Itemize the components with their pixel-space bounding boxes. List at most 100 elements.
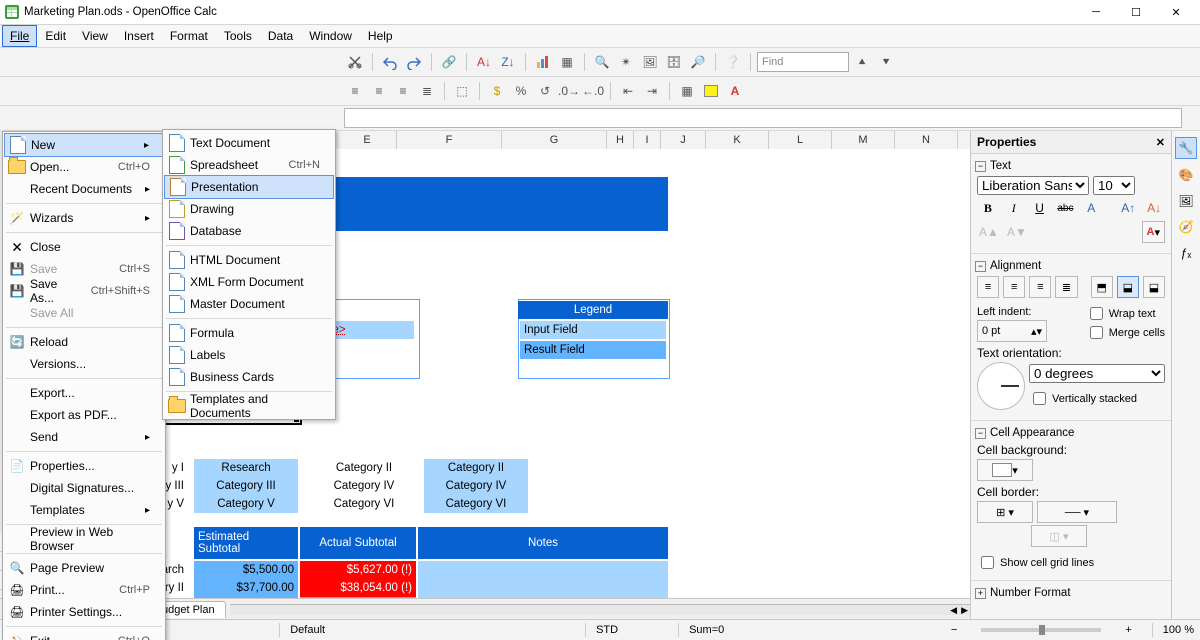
standard-format-icon[interactable]: ↺ — [534, 80, 556, 102]
file-versions[interactable]: Versions... — [4, 353, 164, 375]
file-wizards[interactable]: 🪄Wizards▸ — [4, 207, 164, 229]
deck-functions-icon[interactable]: ƒₓ — [1176, 243, 1196, 263]
act-cat2[interactable]: $38,054.00 (!) — [300, 579, 416, 597]
file-recent[interactable]: Recent Documents▸ — [4, 178, 164, 200]
border-style-button[interactable]: ── ▾ — [1037, 501, 1117, 523]
hyperlink-icon[interactable]: 🔗 — [438, 51, 460, 73]
file-save-as[interactable]: 💾Save As...Ctrl+Shift+S — [4, 280, 164, 302]
deck-styles-icon[interactable]: 🎨 — [1176, 165, 1196, 185]
cat-iii[interactable]: Category III — [194, 477, 298, 495]
file-print[interactable]: 🖨Print...Ctrl+P — [4, 579, 164, 601]
decrease-font-icon[interactable]: A▼ — [1005, 221, 1029, 243]
file-export-pdf[interactable]: Export as PDF... — [4, 404, 164, 426]
zoom-out-icon[interactable]: − — [951, 624, 957, 636]
new-presentation[interactable]: Presentation — [164, 175, 334, 199]
col-L[interactable]: L — [769, 131, 832, 149]
undo-icon[interactable] — [379, 51, 401, 73]
new-spreadsheet[interactable]: SpreadsheetCtrl+N — [164, 154, 334, 176]
new-text-doc[interactable]: Text Document — [164, 132, 334, 154]
file-new[interactable]: New▸ — [4, 133, 164, 157]
zoom-in-icon[interactable]: + — [1125, 624, 1131, 636]
fontcolor-icon[interactable]: A — [724, 80, 746, 102]
valign-top-button[interactable]: ⬒ — [1091, 276, 1113, 298]
align-center-button[interactable]: ≡ — [1003, 276, 1025, 298]
file-save[interactable]: 💾SaveCtrl+S — [4, 258, 164, 280]
zoom-icon[interactable]: 🔎 — [687, 51, 709, 73]
gridlines-check[interactable] — [981, 556, 994, 569]
new-master[interactable]: Master Document — [164, 293, 334, 315]
file-open[interactable]: Open...Ctrl+O — [4, 156, 164, 178]
justify-icon[interactable]: ≣ — [416, 80, 438, 102]
collapse-align[interactable]: − — [975, 261, 986, 272]
deck-navigator-icon[interactable]: 🧭 — [1176, 217, 1196, 237]
file-page-preview[interactable]: 🔍Page Preview — [4, 557, 164, 579]
act-research[interactable]: $5,627.00 (!) — [300, 561, 416, 579]
valign-middle-button[interactable]: ⬓ — [1117, 276, 1139, 298]
menu-help[interactable]: Help — [360, 25, 401, 47]
cat-iv[interactable]: Category IV — [424, 477, 528, 495]
menu-insert[interactable]: Insert — [116, 25, 162, 47]
file-save-all[interactable]: Save All — [4, 302, 164, 324]
col-J[interactable]: J — [661, 131, 706, 149]
align-right-icon[interactable]: ≡ — [392, 80, 414, 102]
maximize-button[interactable]: ☐ — [1116, 0, 1156, 24]
panel-close-icon[interactable]: ✕ — [1156, 136, 1165, 149]
remove-decimal-icon[interactable]: ←.0 — [582, 80, 604, 102]
file-export[interactable]: Export... — [4, 382, 164, 404]
collapse-text[interactable]: − — [975, 161, 986, 172]
align-justify-button[interactable]: ≣ — [1055, 276, 1077, 298]
align-right-button[interactable]: ≡ — [1029, 276, 1051, 298]
gallery-icon[interactable]: 🖼 — [639, 51, 661, 73]
expand-numfmt[interactable]: + — [975, 588, 986, 599]
new-business-cards[interactable]: Business Cards — [164, 366, 334, 388]
zoom-slider[interactable] — [981, 628, 1101, 632]
new-labels[interactable]: Labels — [164, 344, 334, 366]
new-drawing[interactable]: Drawing — [164, 198, 334, 220]
valign-bottom-button[interactable]: ⬓ — [1143, 276, 1165, 298]
col-H[interactable]: H — [607, 131, 634, 149]
font-name[interactable]: Liberation Sans — [977, 176, 1089, 195]
col-N[interactable]: N — [895, 131, 958, 149]
est-cat2[interactable]: $37,700.00 — [194, 579, 298, 597]
file-templates[interactable]: Templates▸ — [4, 499, 164, 521]
cut-icon[interactable] — [344, 51, 366, 73]
bgcolor-icon[interactable] — [700, 80, 722, 102]
cat-research[interactable]: Research — [194, 459, 298, 477]
new-database[interactable]: Database — [164, 220, 334, 242]
notes-cat2[interactable] — [418, 579, 668, 597]
new-formula[interactable]: Formula — [164, 322, 334, 344]
file-digsig[interactable]: Digital Signatures... — [4, 477, 164, 499]
col-F[interactable]: F — [397, 131, 502, 149]
vertical-check[interactable] — [1033, 392, 1046, 405]
new-xml-form[interactable]: XML Form Document — [164, 271, 334, 293]
decrease-indent-icon[interactable]: ⇤ — [617, 80, 639, 102]
cat-vi-b[interactable]: Category VI — [424, 495, 528, 513]
formula-input[interactable] — [344, 108, 1182, 128]
menu-file[interactable]: File — [2, 25, 37, 47]
column-headers[interactable]: E F G H I J K L M N — [338, 131, 970, 150]
datasources-icon[interactable]: 🗄 — [663, 51, 685, 73]
align-left-button[interactable]: ≡ — [977, 276, 999, 298]
wrap-text-check[interactable] — [1090, 307, 1103, 320]
underline-button[interactable]: U — [1029, 197, 1051, 219]
new-html[interactable]: HTML Document — [164, 249, 334, 271]
navigator-icon[interactable]: ✴ — [615, 51, 637, 73]
menu-window[interactable]: Window — [301, 25, 360, 47]
increase-indent-icon[interactable]: ⇥ — [641, 80, 663, 102]
col-I[interactable]: I — [634, 131, 661, 149]
menu-edit[interactable]: Edit — [37, 25, 74, 47]
est-research[interactable]: $5,500.00 — [194, 561, 298, 579]
deck-properties-icon[interactable]: 🔧 — [1175, 137, 1197, 159]
new-templates[interactable]: Templates and Documents — [164, 395, 334, 417]
border-color-button[interactable]: ◫ ▾ — [1031, 525, 1087, 547]
border-preset-button[interactable]: ⊞ ▾ — [977, 501, 1033, 523]
file-close[interactable]: 🗙Close — [4, 236, 164, 258]
cat-v[interactable]: Category V — [194, 495, 298, 513]
file-send[interactable]: Send▸ — [4, 426, 164, 448]
deck-gallery-icon[interactable]: 🖼 — [1176, 191, 1196, 211]
font-color-button[interactable]: A ▾ — [1142, 221, 1165, 243]
align-center-icon[interactable]: ≡ — [368, 80, 390, 102]
show-draw-icon[interactable]: ▦ — [556, 51, 578, 73]
collapse-cellapp[interactable]: − — [975, 428, 986, 439]
file-reload[interactable]: 🔄Reload — [4, 331, 164, 353]
